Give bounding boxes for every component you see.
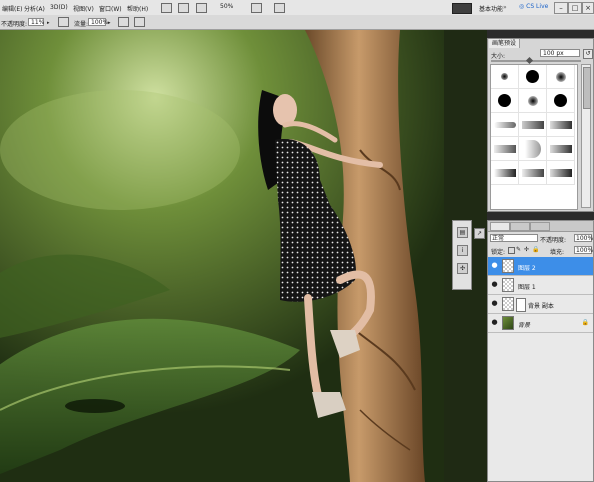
brush-preset[interactable] [519,137,547,161]
brush-panel-toggle-icon[interactable]: ↗ [474,228,485,239]
eye-icon[interactable]: ● [491,300,498,307]
layer-row-layer1[interactable]: ● 图层 1 [488,276,593,295]
brush-scroll-thumb[interactable] [583,67,591,109]
blend-row: 正常 不透明度: 100% [488,233,593,244]
eye-icon[interactable]: ● [491,262,498,269]
grid-icon[interactable] [251,3,262,13]
flow-dropdown-icon[interactable]: ▸ [108,20,111,26]
brush-size-slider[interactable] [491,56,581,65]
zoom-level[interactable]: 50% [218,3,240,11]
brush-size-label: 大小: [491,53,506,60]
maximize-button[interactable]: □ [568,2,582,14]
blur-highlight [0,90,240,210]
brush-slider-handle[interactable] [525,56,534,65]
cs-live-button[interactable]: ◎ CS Live [519,3,548,10]
lock-icon: 🔒 [581,319,589,326]
airbrush-icon[interactable] [118,17,129,27]
fill-field[interactable]: 100% [574,246,593,254]
flow-label: 流量: [74,21,89,28]
tab-channels[interactable] [510,222,530,231]
menu-view[interactable]: 视图(V) [73,4,94,13]
brush-preset[interactable] [547,89,575,113]
brush-preset[interactable] [547,161,575,185]
brush-preset[interactable] [547,113,575,137]
menu-edit[interactable]: 编辑(E) [2,4,22,13]
brush-preset[interactable] [519,113,547,137]
layer-opacity-field[interactable]: 100% [574,234,593,242]
menu-help[interactable]: 帮助(H) [127,4,148,13]
brush-preset[interactable] [491,137,519,161]
layer-opacity-label: 不透明度: [540,237,567,244]
screen-mode-icon[interactable] [274,3,285,13]
opacity-label: 不透明度: [1,21,28,28]
layer-list: ● 图层 2 ● 图层 1 ● 背景 副本 ● 背景 🔒 [488,257,593,481]
brush-preset[interactable] [491,113,519,137]
layers-panel: 正常 不透明度: 100% 锁定: ✎ ✢ 🔒 填充: 100% ● 图层 2 … [487,220,594,482]
layer-name: 背景 副本 [528,303,554,310]
brush-preset[interactable] [491,89,519,113]
workspace-label[interactable]: 基本功能 [479,4,503,13]
canvas-photo [0,30,444,482]
brush-preset[interactable] [491,65,519,89]
brush-preset[interactable] [519,65,547,89]
menu-window[interactable]: 窗口(W) [99,4,122,13]
layer-name: 背景 [518,322,531,329]
layer-row-background-copy[interactable]: ● 背景 副本 [488,295,593,314]
hand-tool-icon[interactable] [161,3,172,13]
brush-preset-grid [490,64,578,210]
lock-pixels-icon[interactable]: ✎ [516,246,521,253]
tab-layers[interactable] [490,222,510,231]
brush-preset[interactable] [519,161,547,185]
info-panel-icon[interactable]: i [457,245,468,256]
zoom-tool-icon[interactable] [178,3,189,13]
eye-icon[interactable]: ● [491,281,498,288]
layer-mask-thumbnail [516,298,526,312]
opacity-dropdown-icon[interactable]: ▸ [47,20,50,26]
lock-row: 锁定: ✎ ✢ 🔒 填充: 100% [488,245,593,256]
layer-name: 图层 1 [518,284,536,291]
layer-row-background[interactable]: ● 背景 🔒 [488,314,593,333]
brush-scrollbar[interactable] [581,64,591,208]
lock-all-icon[interactable]: 🔒 [532,246,539,253]
options-bar: 不透明度: 11% ▸ 流量: 100% ▸ [0,15,594,30]
brush-preset-tab[interactable]: 画笔预设 [489,39,521,48]
pressure-opacity-icon[interactable] [58,17,69,27]
document-canvas[interactable] [0,30,444,482]
layer-thumbnail [502,259,514,273]
layer-name: 图层 2 [518,265,536,272]
layers-panel-tabs [488,221,593,232]
panel-icon-strip: ▤ i ✣ [452,220,472,290]
reset-brush-icon[interactable]: ↺ [583,49,593,59]
layer-thumbnail [502,316,514,330]
layer-thumbnail [502,297,514,311]
menu-3d[interactable]: 3D(D) [50,4,68,11]
pressure-size-icon[interactable] [134,17,145,27]
brush-preset-panel: 画笔预设 大小: 100 px ↺ [487,38,594,212]
workspace-switch-button[interactable] [452,3,472,14]
lock-label: 锁定: [491,249,506,256]
arrange-documents-icon[interactable] [196,3,207,13]
layer-thumbnail [502,278,514,292]
history-panel-icon[interactable]: ▤ [457,227,468,238]
lock-position-icon[interactable]: ✢ [524,246,529,253]
opacity-field[interactable]: 11% [28,18,44,26]
menu-bar: 编辑(E) 分析(A) 3D(D) 视图(V) 窗口(W) 帮助(H) 50% … [0,0,594,16]
blend-mode-select[interactable]: 正常 [490,234,538,242]
brush-preset[interactable] [519,89,547,113]
brush-preset[interactable] [547,137,575,161]
brush-preset[interactable] [491,161,519,185]
close-button[interactable]: × [582,2,594,14]
layer-row-layer2[interactable]: ● 图层 2 [488,257,593,276]
brush-preset[interactable] [547,65,575,89]
eye-icon[interactable]: ● [491,319,498,326]
navigator-panel-icon[interactable]: ✣ [457,263,468,274]
menu-analysis[interactable]: 分析(A) [24,4,45,13]
minimize-button[interactable]: – [554,2,568,14]
brush-size-field[interactable]: 100 px [540,49,580,57]
flow-field[interactable]: 100% [88,18,108,26]
lock-transparent-icon[interactable] [508,247,515,254]
tab-paths[interactable] [530,222,550,231]
fill-label: 填充: [550,249,565,256]
